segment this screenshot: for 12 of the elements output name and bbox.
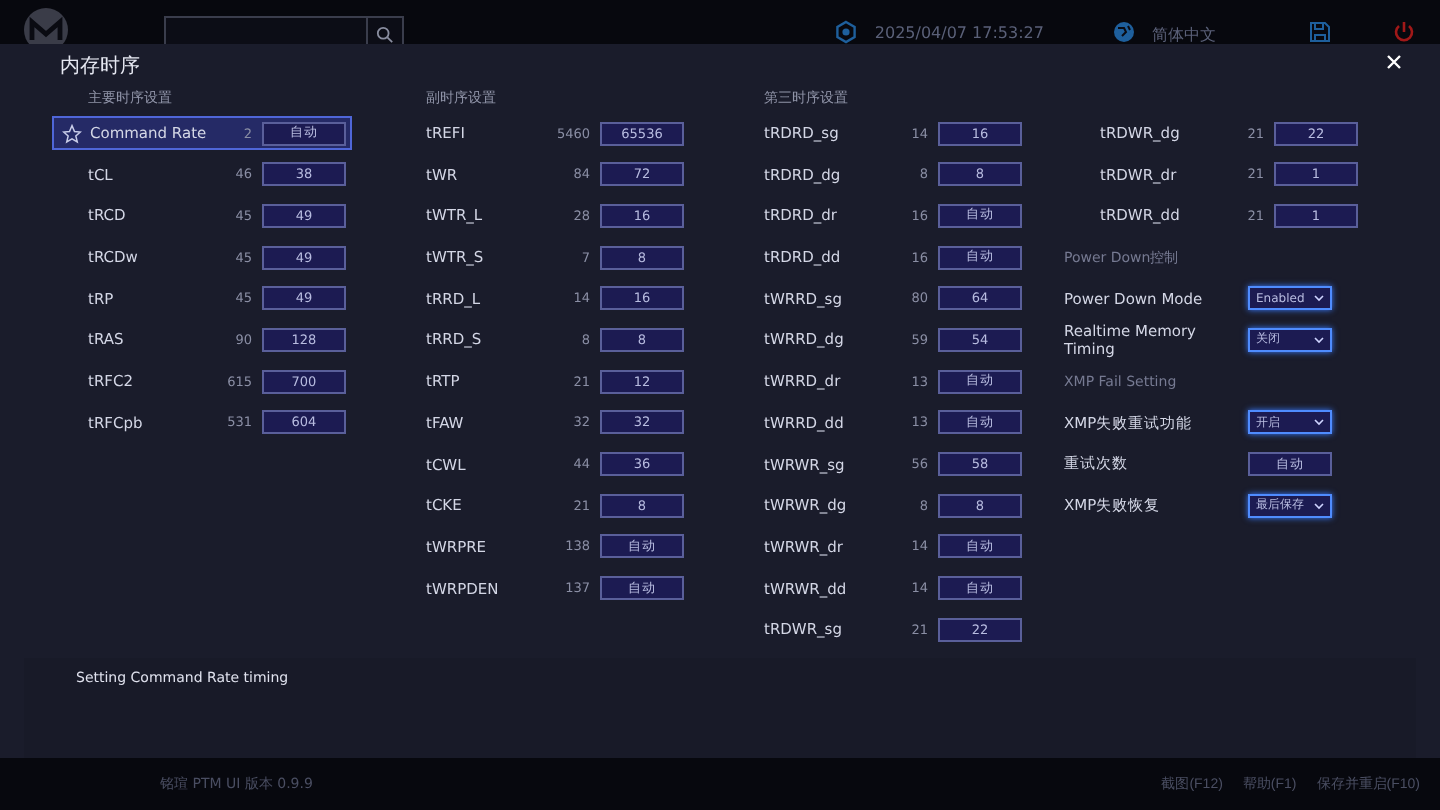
dialog-title: 内存时序 [60,53,140,80]
star-icon [62,123,82,143]
power-icon[interactable] [1392,20,1416,44]
chevron-icon [1314,294,1324,303]
search-icon [376,25,394,43]
chevron-icon [1314,501,1324,510]
close-icon [1386,54,1402,70]
datetime: 2025/04/07 17:53:27 [874,24,1044,42]
gear-icon[interactable] [834,20,859,44]
chevron-icon [1314,335,1324,344]
chevron-icon [1314,418,1324,427]
save-icon[interactable] [1308,20,1332,44]
